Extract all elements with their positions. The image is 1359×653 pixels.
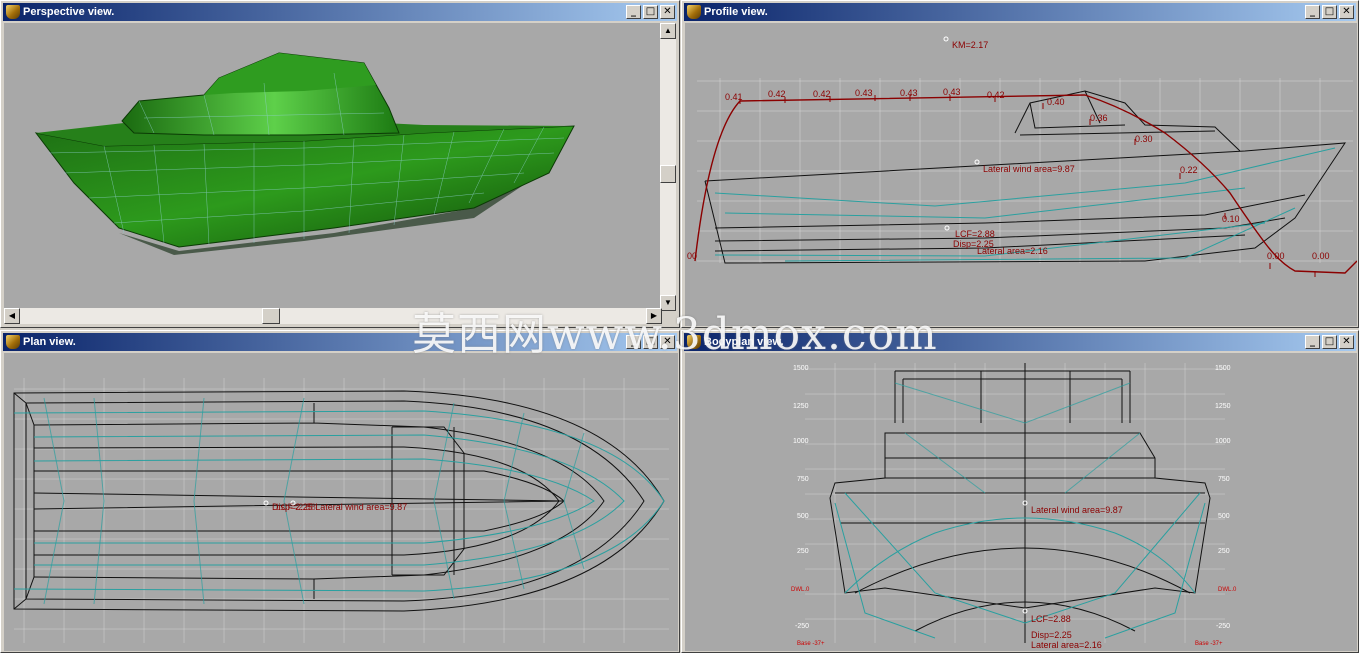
bodyplan-hull-lines (829, 363, 1211, 643)
curve-label-5: 0.43 (900, 88, 918, 98)
plan-window: Plan view. _ □ ✕ Disp=2.25 Lateral wind … (0, 330, 680, 653)
bp-disp-label: Disp=2.25 (1031, 630, 1072, 640)
curve-label-12: 0.10 (1222, 214, 1240, 224)
perspective-window: Perspective view. _ □ ✕ ▲ ▼ ◀ ▶ (0, 0, 680, 328)
left-tick-neg250: -250 (795, 623, 809, 630)
curve-label-7: 0.42 (987, 90, 1005, 100)
plan-title: Plan view. (23, 336, 76, 348)
bp-lcf-label: LCF=2.88 (1031, 614, 1071, 624)
lcf-label: LCF=2.88 (955, 229, 995, 239)
scroll-left-button[interactable]: ◀ (4, 308, 20, 324)
curve-label-15: 00 (687, 251, 697, 261)
scroll-up-button[interactable]: ▲ (660, 23, 676, 39)
left-tick-1000: 1000 (793, 438, 809, 445)
app-icon (6, 335, 20, 349)
lateral-wind-area-label: Lateral wind area=9.87 (983, 164, 1075, 174)
curve-label-10: 0.30 (1135, 134, 1153, 144)
watermark-text: 莫西网www.3dmox.com (412, 309, 938, 360)
profile-window: Profile view. _ □ ✕ 0.41 0.42 0.42 0.43 … (681, 0, 1359, 328)
right-tick-dwl: DWL.0 (1218, 587, 1237, 593)
profile-titlebar[interactable]: Profile view. _ □ ✕ (684, 3, 1356, 21)
close-button[interactable]: ✕ (1339, 5, 1354, 19)
right-tick-750: 750 (1218, 476, 1230, 483)
maximize-button[interactable]: □ (1322, 5, 1337, 19)
vertical-scroll-thumb[interactable] (660, 165, 676, 183)
left-tick-base: Base -37+ (797, 641, 825, 647)
maximize-button[interactable]: □ (1322, 335, 1337, 349)
left-tick-750: 750 (797, 476, 809, 483)
perspective-vertical-scrollbar[interactable]: ▲ ▼ (660, 23, 676, 311)
curve-label-6: 0.43 (943, 87, 961, 97)
close-button[interactable]: ✕ (1339, 335, 1354, 349)
perspective-viewport[interactable] (4, 23, 662, 311)
profile-title: Profile view. (704, 6, 768, 18)
maximize-button[interactable]: □ (643, 5, 658, 19)
right-tick-1250: 1250 (1215, 403, 1231, 410)
km-label: KM=2.17 (952, 40, 988, 50)
right-tick-250: 250 (1218, 548, 1230, 555)
plan-hull-lines (13, 390, 665, 612)
curve-label-11: 0.22 (1180, 165, 1198, 175)
curve-label-2: 0.42 (768, 89, 786, 99)
bodyplan-right-ticks: 1500 1250 1000 750 500 250 DWL.0 -250 Ba… (1195, 365, 1237, 647)
bodyplan-grid (805, 363, 1225, 643)
left-tick-500: 500 (797, 513, 809, 520)
app-icon (687, 5, 701, 19)
perspective-title: Perspective view. (23, 6, 115, 18)
minimize-button[interactable]: _ (626, 5, 641, 19)
left-tick-250: 250 (797, 548, 809, 555)
plan-overlap-label-b: LCF=2.88 (276, 502, 316, 512)
bodyplan-window: Bodyplan view. _ □ ✕ 1500 1250 1000 750 … (681, 330, 1359, 653)
right-tick-1500: 1500 (1215, 365, 1231, 372)
plan-viewport[interactable]: Disp=2.25 Lateral wind area=9.87 LCF=2.8… (4, 353, 678, 651)
right-tick-neg250: -250 (1216, 623, 1230, 630)
bp-lateral-area-label: Lateral area=2.16 (1031, 640, 1102, 650)
horizontal-scroll-thumb[interactable] (262, 308, 280, 324)
bodyplan-viewport[interactable]: 1500 1250 1000 750 500 250 DWL.0 -250 Ba… (685, 353, 1357, 651)
right-tick-base: Base -37+ (1195, 641, 1223, 647)
perspective-titlebar[interactable]: Perspective view. _ □ ✕ (3, 3, 677, 21)
right-tick-500: 500 (1218, 513, 1230, 520)
bodyplan-left-ticks: 1500 1250 1000 750 500 250 DWL.0 -250 Ba… (791, 365, 825, 647)
plan-marker-a (263, 500, 269, 506)
lcf-marker (944, 225, 950, 231)
curve-label-1: 0.41 (725, 92, 743, 102)
right-tick-1000: 1000 (1215, 438, 1231, 445)
curve-label-8: 0.40 (1047, 97, 1065, 107)
app-icon (6, 5, 20, 19)
curve-label-4: 0.43 (855, 88, 873, 98)
bp-lateral-wind-area-label: Lateral wind area=9.87 (1031, 505, 1123, 515)
km-marker (943, 36, 949, 42)
left-tick-1500: 1500 (793, 365, 809, 372)
left-tick-dwl: DWL.0 (791, 587, 810, 593)
lateral-area-label: Lateral area=2.16 (977, 246, 1048, 256)
left-tick-1250: 1250 (793, 403, 809, 410)
curve-label-9: 0.36 (1090, 113, 1108, 123)
curve-label-14: 0.00 (1312, 251, 1330, 261)
minimize-button[interactable]: _ (1305, 335, 1320, 349)
minimize-button[interactable]: _ (1305, 5, 1320, 19)
close-button[interactable]: ✕ (660, 5, 675, 19)
curve-label-13: 0.00 (1267, 251, 1285, 261)
profile-hull-lines (704, 142, 1346, 264)
profile-viewport[interactable]: 0.41 0.42 0.42 0.43 0.43 0.43 0.42 0.40 … (685, 23, 1357, 326)
wind-area-marker (974, 159, 980, 165)
curve-label-3: 0.42 (813, 89, 831, 99)
